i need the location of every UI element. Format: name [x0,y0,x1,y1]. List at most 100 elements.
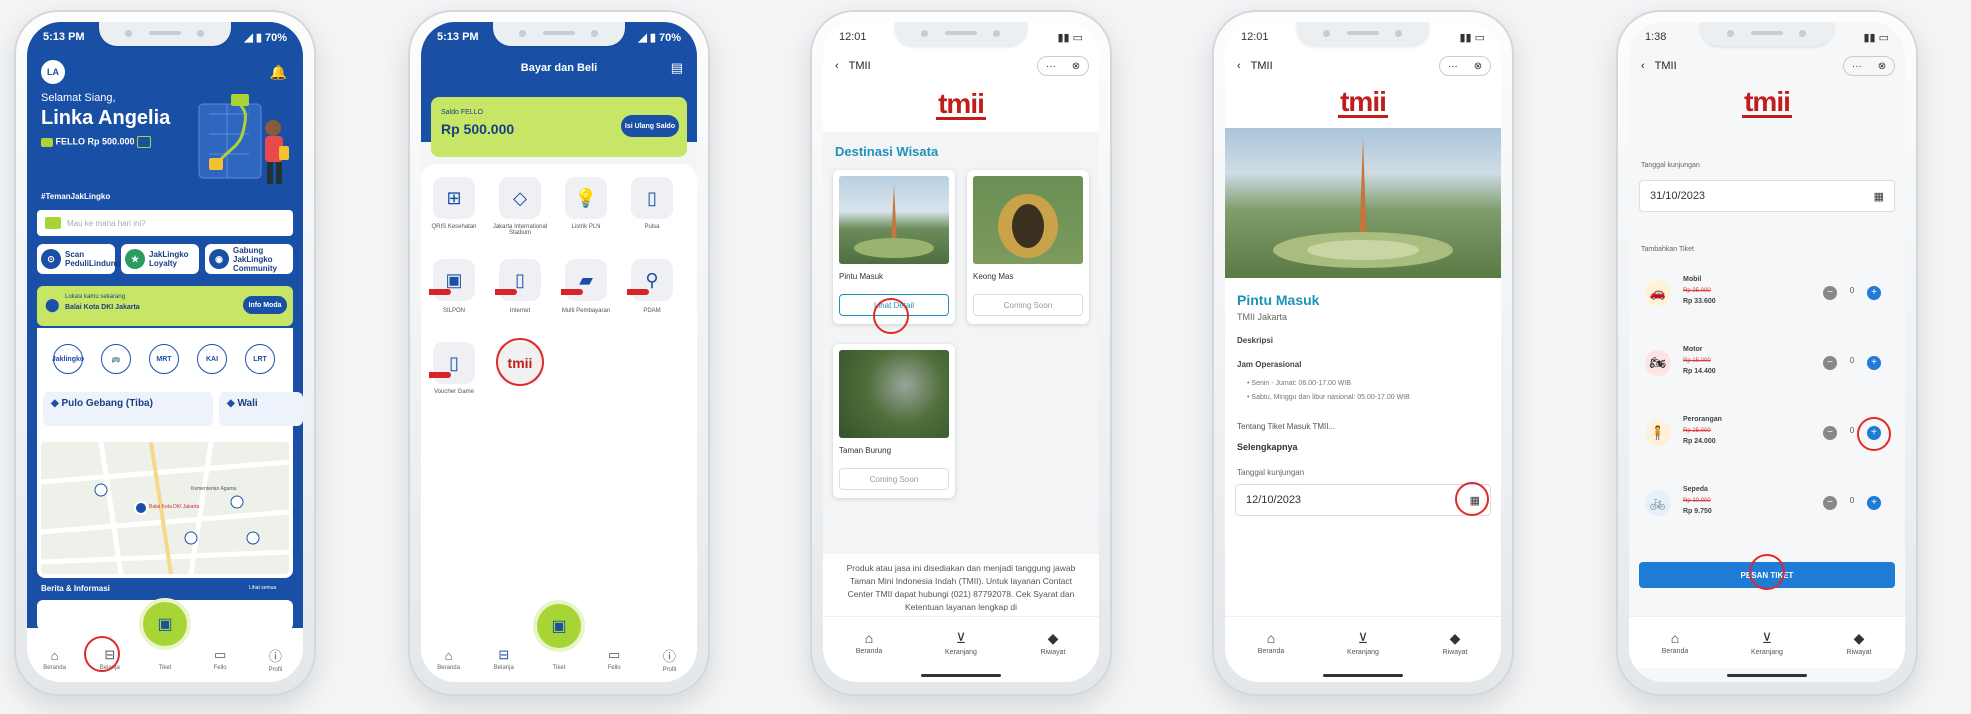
more-icon[interactable]: ··· [1852,61,1862,72]
close-icon[interactable]: ⊗ [1474,61,1482,72]
nav-fello[interactable]: ▭ Fello [592,647,636,671]
menu-voucher-game[interactable]: ▯ [429,342,475,384]
home-icon: ⌂ [1266,630,1276,646]
nav-keranjang[interactable]: ⊻ Keranjang [1341,630,1385,656]
ticket-qty[interactable]: 0 [1837,286,1867,295]
nav-beranda[interactable]: ⌂ Beranda [1249,630,1293,655]
close-icon[interactable]: ⊗ [1072,61,1080,72]
phone-destinasi: 12:01 ▮▮ ▭ ‹ TMII ··· ⊗ tmii Destinasi Wisa… [810,10,1112,696]
bag-icon: ▣ [445,269,463,290]
ticket-qty[interactable]: 0 [1837,496,1867,505]
nav-beranda[interactable]: ⌂ Beranda [427,648,471,671]
nav-fello[interactable]: ▭ Fello [198,647,242,671]
home-icon: ⌂ [1670,630,1680,646]
menu-pulsa[interactable]: ▯ [631,177,673,219]
news-heading: Berita & Informasi [41,584,110,593]
menu-label: SILPON [442,308,465,314]
status-signal-icon: ▮▮ ▭ [1863,31,1889,44]
receipt-icon[interactable]: ▤ [671,60,683,76]
date-picker[interactable]: 31/10/2023 ▦ [1639,180,1895,212]
minus-button[interactable]: − [1823,356,1837,370]
topup-button[interactable]: Isi Ulang Saldo [621,115,679,137]
greeting: Selamat Siang, [41,92,116,104]
route-card[interactable]: ◆ Pulo Gebang (Tiba) [43,392,213,426]
search-input[interactable]: Mau ke mana hari ini? [37,210,293,236]
news-more-link[interactable]: Lihat semua [249,585,276,591]
plus-button[interactable]: + [1867,356,1881,370]
menu-multi-pembayaran[interactable]: ▰ [561,259,607,301]
tmii-logo: tmii [1225,86,1501,118]
route-name: Wali [237,398,258,409]
plus-button[interactable]: + [1867,496,1881,510]
location-name: Balai Kota DKI Jakarta [65,304,140,311]
operator-jaklingko[interactable]: Jaklingko [52,344,84,374]
close-icon[interactable]: ⊗ [1878,61,1886,72]
nav-riwayat[interactable]: ◆ Riwayat [1433,630,1477,656]
bottom-nav: ⌂ Beranda ⊻ Keranjang ◆ Riwayat [1225,616,1501,668]
menu-silpon[interactable]: ▣ [429,259,475,301]
desc-heading: Deskripsi [1237,336,1274,345]
plus-button[interactable]: + [1867,286,1881,300]
qr-icon[interactable] [137,136,152,148]
nav-riwayat[interactable]: ◆ Riwayat [1837,630,1881,656]
nav-keranjang[interactable]: ⊻ Keranjang [939,630,983,656]
wallet-icon: ▭ [214,647,227,662]
menu-listrik[interactable]: 💡 [565,177,607,219]
nav-beranda[interactable]: ⌂ Beranda [1653,630,1697,655]
minus-button[interactable]: − [1823,496,1837,510]
more-icon[interactable]: ··· [1448,61,1458,72]
nav-beranda[interactable]: ⌂ Beranda [33,648,77,671]
jaklingko-loyalty-button[interactable]: ★ JakLingko Loyalty [121,244,199,274]
bell-icon[interactable]: 🔔 [270,64,287,81]
operator-transjakarta[interactable]: 🚌 [101,344,131,374]
menu-qris-kesehatan[interactable]: ⊞ [433,177,475,219]
game-icon: ▯ [449,352,459,373]
nav-beranda[interactable]: ⌂ Beranda [847,630,891,655]
nearby-map[interactable]: Balai Kota DKI Jakarta Kementerian Agama [41,442,289,574]
destination-card[interactable]: Taman Burung Coming Soon [833,344,955,498]
mini-app-menu: ··· ⊗ [1037,56,1089,76]
cart-icon: ⊻ [955,629,967,646]
page-title: Bayar dan Beli [520,62,598,74]
tiket-fab-button[interactable]: ▣ [143,602,187,646]
menu-jis[interactable]: ◇ [499,177,541,219]
nav-keranjang[interactable]: ⊻ Keranjang [1745,630,1789,656]
destination-card[interactable]: Keong Mas Coming Soon [967,170,1089,324]
tiket-fab-button[interactable]: ▣ [537,604,581,648]
back-icon[interactable]: ‹ [1641,60,1645,72]
route-card[interactable]: ◆ Wali [219,392,303,426]
nav-profil[interactable]: ⓘ Profil [647,646,691,673]
more-icon[interactable]: ··· [1046,61,1056,72]
saldo-card: Saldo FELLO Rp 500.000 Isi Ulang Saldo [431,97,687,157]
nav-tiket[interactable]: ▣Tiket [537,647,581,671]
info-moda-button[interactable]: Info Moda [243,296,287,314]
fello-balance[interactable]: FELLO Rp 500.000 [41,136,152,148]
back-icon[interactable]: ‹ [1237,60,1241,72]
operator-kai[interactable]: KAI [197,344,227,374]
status-battery: ◢ ▮ 70% [638,31,681,44]
minus-button[interactable]: − [1823,426,1837,440]
calendar-icon[interactable]: ▦ [1874,190,1884,203]
scan-pedulilindungi-button[interactable]: ⊙ Scan PeduliLindungi [37,244,123,274]
operator-lrt[interactable]: LRT [245,344,275,374]
back-icon[interactable]: ‹ [835,60,839,72]
operator-mrt[interactable]: MRT [149,344,179,374]
nav-riwayat[interactable]: ◆ Riwayat [1031,630,1075,656]
more-link[interactable]: Selengkapnya [1237,442,1298,452]
avatar[interactable]: LA [41,60,65,84]
ticket-qty[interactable]: 0 [1837,356,1867,365]
nav-label: Beranda [437,664,460,671]
notch [99,22,231,46]
nav-profil[interactable]: ⓘ Profil [253,646,297,673]
menu-internet[interactable]: ▯ [495,259,541,301]
menu-pdam[interactable]: ⚲ [627,259,673,301]
nav-belanja[interactable]: ⊟ Belanja [482,647,526,671]
menu-label: Internet [509,308,531,314]
status-signal-icon: ▮▮ ▭ [1057,31,1083,44]
date-picker[interactable]: 12/10/2023 ▦ [1235,484,1491,516]
qris-icon: ⊞ [446,187,462,208]
minus-button[interactable]: − [1823,286,1837,300]
community-button[interactable]: ◉ Gabung JakLingko Community [205,244,293,274]
nav-tiket[interactable]: ▣Tiket [143,647,187,671]
ticket-old-price: Rp 35.000 [1683,288,1711,294]
